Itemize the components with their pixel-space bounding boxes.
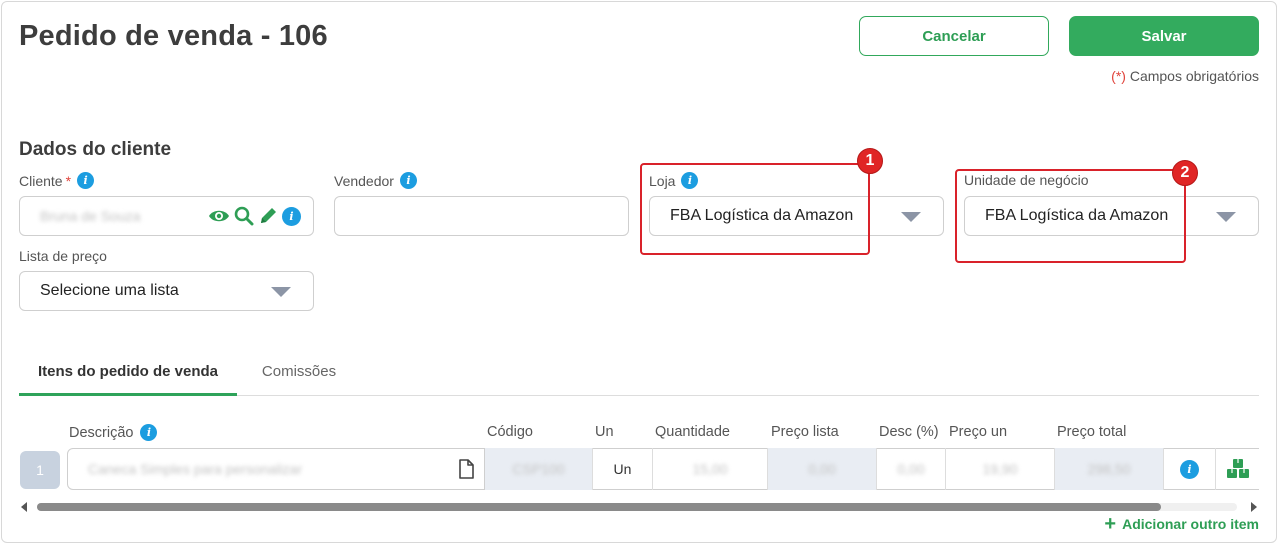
header-unit-price: Preço un [949,424,1008,440]
plus-icon: + [1104,513,1117,535]
description-input[interactable]: Caneca Simples para personalizar [67,448,485,490]
document-icon[interactable] [458,459,474,479]
unit-price-value: 19,90 [982,461,1018,477]
required-asterisk: * [65,172,72,189]
code-cell[interactable]: CSP100 [485,448,593,490]
annotation-badge-1: 1 [857,148,883,174]
cancel-button[interactable]: Cancelar [859,16,1049,56]
annotation-badge-2: 2 [1172,160,1198,186]
add-item-label: Adicionar outro item [1122,516,1259,532]
header-quantity: Quantidade [655,424,730,440]
unit-value: Un [613,461,632,477]
row-index: 1 [20,451,60,489]
info-icon[interactable]: i [140,424,158,441]
price-list-label: Lista de preço [19,248,107,264]
section-title-client: Dados do cliente [19,139,172,160]
highlight-box-store [640,163,870,255]
price-list-label-text: Lista de preço [19,248,107,264]
quantity-cell[interactable]: 15,00 [653,448,768,490]
quantity-value: 15,00 [692,461,728,477]
client-label: Cliente * i [19,172,95,189]
seller-label: Vendedor i [334,172,417,189]
discount-value: 0,00 [897,461,925,477]
price-list-value: Selecione uma lista [40,282,179,299]
required-text: Campos obrigatórios [1129,68,1259,84]
scroll-right-arrow-icon[interactable] [1251,502,1257,512]
row-stock-cell [1216,448,1259,490]
client-actions: i [208,206,301,226]
header-description: Descrição i [69,424,158,441]
client-label-text: Cliente [19,172,63,189]
info-icon[interactable]: i [77,172,95,189]
total-price-value: 298,50 [1087,461,1131,477]
header-list-price: Preço lista [771,424,839,440]
row-info-cell: i [1164,448,1216,490]
horizontal-scrollbar[interactable] [19,500,1259,514]
save-button[interactable]: Salvar [1069,16,1259,56]
price-list-select[interactable]: Selecione uma lista [19,271,314,311]
header-description-text: Descrição [69,424,134,441]
unit-cell[interactable]: Un [593,448,653,490]
info-icon[interactable]: i [399,172,417,189]
scroll-left-arrow-icon[interactable] [21,502,27,512]
description-value: Caneca Simples para personalizar [88,461,302,477]
search-icon[interactable] [234,206,254,226]
header-total-price: Preço total [1057,424,1127,440]
info-icon[interactable]: i [282,206,301,226]
highlight-box-business-unit [955,169,1186,263]
header-unit: Un [595,424,614,440]
client-value: Bruna de Souza [40,208,141,224]
discount-cell[interactable]: 0,00 [877,448,946,490]
chevron-down-icon[interactable] [901,212,921,222]
tab-items[interactable]: Itens do pedido de venda [19,357,237,396]
page-title: Pedido de venda - 106 [19,20,328,52]
eye-icon[interactable] [208,208,230,224]
scrollbar-thumb[interactable] [37,503,1161,511]
boxes-icon[interactable] [1226,458,1250,480]
header-discount: Desc (%) [879,424,939,440]
seller-input[interactable] [334,196,629,236]
pencil-icon[interactable] [258,206,278,226]
required-star: (*) [1111,68,1126,84]
total-price-cell[interactable]: 298,50 [1055,448,1164,490]
seller-label-text: Vendedor [334,172,394,189]
list-price-cell[interactable]: 0,00 [768,448,877,490]
tab-bar: Itens do pedido de venda Comissões [19,357,1259,396]
code-value: CSP100 [512,461,565,477]
add-item-link[interactable]: + Adicionar outro item [1104,513,1259,535]
header-code: Código [487,424,533,440]
chevron-down-icon[interactable] [1216,212,1236,222]
client-input[interactable]: Bruna de Souza i [19,196,314,236]
chevron-down-icon[interactable] [271,287,291,297]
list-price-value: 0,00 [808,461,836,477]
required-fields-note: (*) Campos obrigatórios [1111,68,1259,84]
tab-commissions[interactable]: Comissões [249,357,349,395]
unit-price-cell[interactable]: 19,90 [946,448,1055,490]
info-icon[interactable]: i [1180,459,1199,479]
